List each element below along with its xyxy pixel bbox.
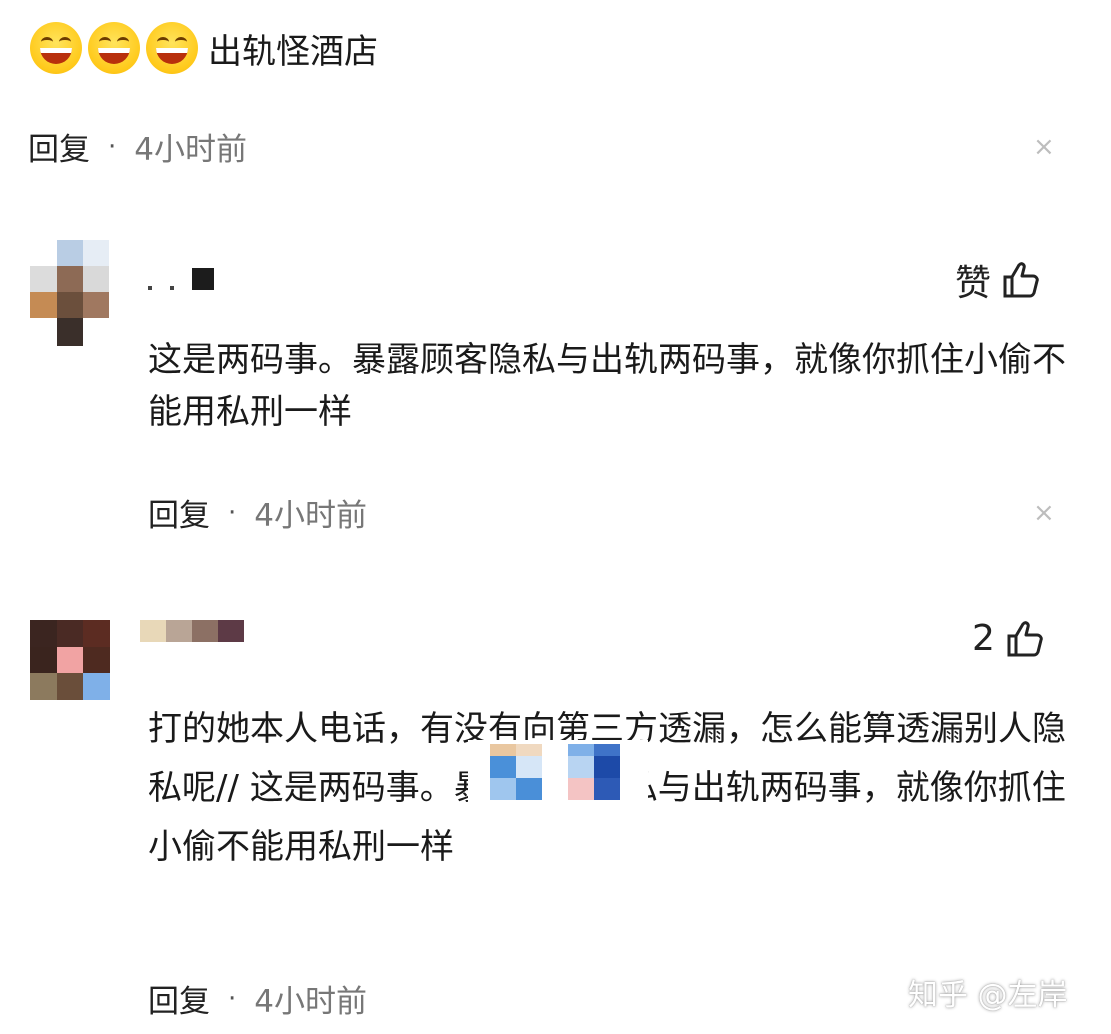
comment-time: 4小时前 (254, 498, 367, 534)
username[interactable] (140, 620, 246, 648)
thumbs-up-icon (1007, 620, 1043, 656)
grinning-face-icon (30, 22, 82, 74)
avatar[interactable] (30, 240, 110, 346)
comment-meta: 回复 · 4小时前 (148, 490, 367, 535)
close-icon[interactable]: × (1033, 498, 1055, 528)
censored-mention (468, 740, 648, 802)
top-comment-content: 出轨怪酒店 (30, 22, 378, 74)
grinning-face-icon (146, 22, 198, 74)
grinning-face-icon (88, 22, 140, 74)
watermark: 知乎 @左岸 (908, 978, 1068, 1013)
separator-dot: · (228, 983, 237, 1014)
reply-button[interactable]: 回复 (148, 976, 210, 1021)
like-count: 2 (972, 618, 995, 659)
separator-dot: · (228, 497, 237, 528)
reply-button[interactable]: 回复 (148, 490, 210, 535)
like-button[interactable]: 赞 (955, 254, 1041, 306)
comment-text: 这是两码事。暴露顾客隐私与出轨两码事，就像你抓住小偷不能用私刑一样 (148, 340, 1066, 432)
like-label: 赞 (955, 263, 992, 304)
comment-time: 4小时前 (254, 984, 367, 1020)
comment-meta: 回复 · 4小时前 (28, 124, 247, 169)
close-icon[interactable]: × (1033, 132, 1055, 162)
username[interactable] (148, 264, 218, 298)
comment-meta: 回复 · 4小时前 (148, 976, 367, 1021)
thumbs-up-icon (1003, 262, 1039, 298)
reply-button[interactable]: 回复 (28, 124, 90, 169)
like-button[interactable]: 2 (972, 618, 1045, 659)
avatar[interactable] (30, 620, 110, 700)
comment-text: 出轨怪酒店 (208, 31, 378, 72)
separator-dot: · (108, 131, 117, 162)
comment-time: 4小时前 (134, 132, 247, 168)
